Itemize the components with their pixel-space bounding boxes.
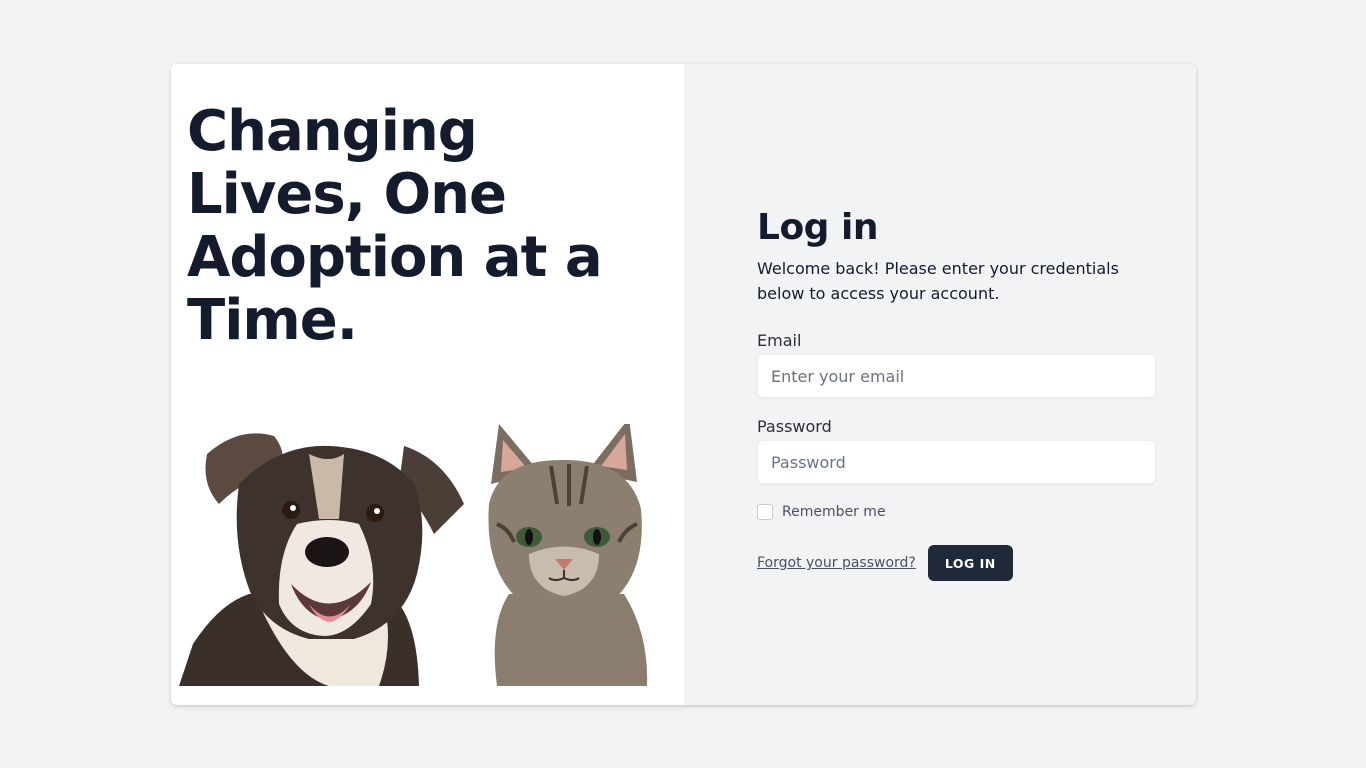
remember-me-checkbox[interactable] <box>757 504 773 520</box>
hero-panel: Changing Lives, One Adoption at a Time. <box>171 64 684 705</box>
cat-illustration <box>488 424 648 686</box>
password-field[interactable] <box>757 440 1156 484</box>
pets-image <box>179 424 648 686</box>
email-label: Email <box>757 331 802 350</box>
form-actions: Forgot your password? LOG IN <box>757 545 1156 581</box>
login-subtitle: Welcome back! Please enter your credenti… <box>757 259 1119 303</box>
remember-me-label[interactable]: Remember me <box>782 504 886 520</box>
login-card: Changing Lives, One Adoption at a Time. <box>171 64 1196 705</box>
password-label: Password <box>757 417 832 436</box>
email-field[interactable] <box>757 354 1156 398</box>
login-button[interactable]: LOG IN <box>927 545 1013 581</box>
login-panel: Log in Welcome back! Please enter your c… <box>684 64 1196 705</box>
login-form: Log in Welcome back! Please enter your c… <box>757 204 1156 581</box>
forgot-password-link[interactable]: Forgot your password? <box>757 555 916 571</box>
remember-me-row[interactable]: Remember me <box>757 502 1156 522</box>
login-title: Log in <box>757 207 878 248</box>
hero-headline: Changing Lives, One Adoption at a Time. <box>187 99 603 353</box>
dog-illustration <box>179 433 464 686</box>
